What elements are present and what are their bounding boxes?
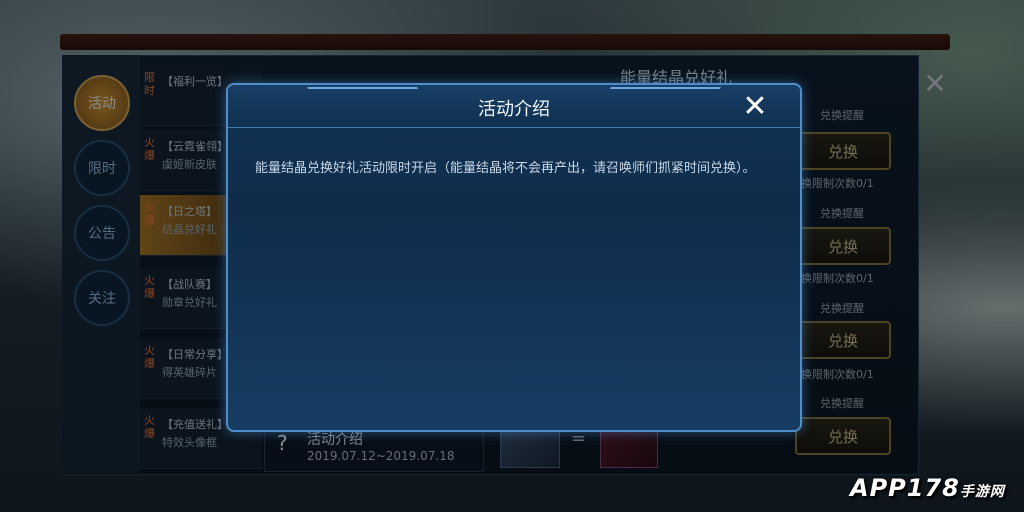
watermark-sub: 手游网 — [959, 484, 1005, 500]
close-icon[interactable]: ✕ — [740, 92, 770, 122]
watermark: APP178手游网 — [850, 474, 1020, 508]
dialog-body: 能量结晶兑换好礼活动限时开启（能量结晶将不会再产出，请召唤师们抓紧时间兑换）。 — [255, 161, 756, 176]
activity-intro-dialog: 活动介绍 ✕ 能量结晶兑换好礼活动限时开启（能量结晶将不会再产出，请召唤师们抓紧… — [226, 83, 802, 432]
watermark-main: APP178 — [850, 474, 960, 502]
dialog-title: 活动介绍 — [478, 99, 550, 120]
dialog-header: 活动介绍 ✕ — [228, 85, 800, 128]
